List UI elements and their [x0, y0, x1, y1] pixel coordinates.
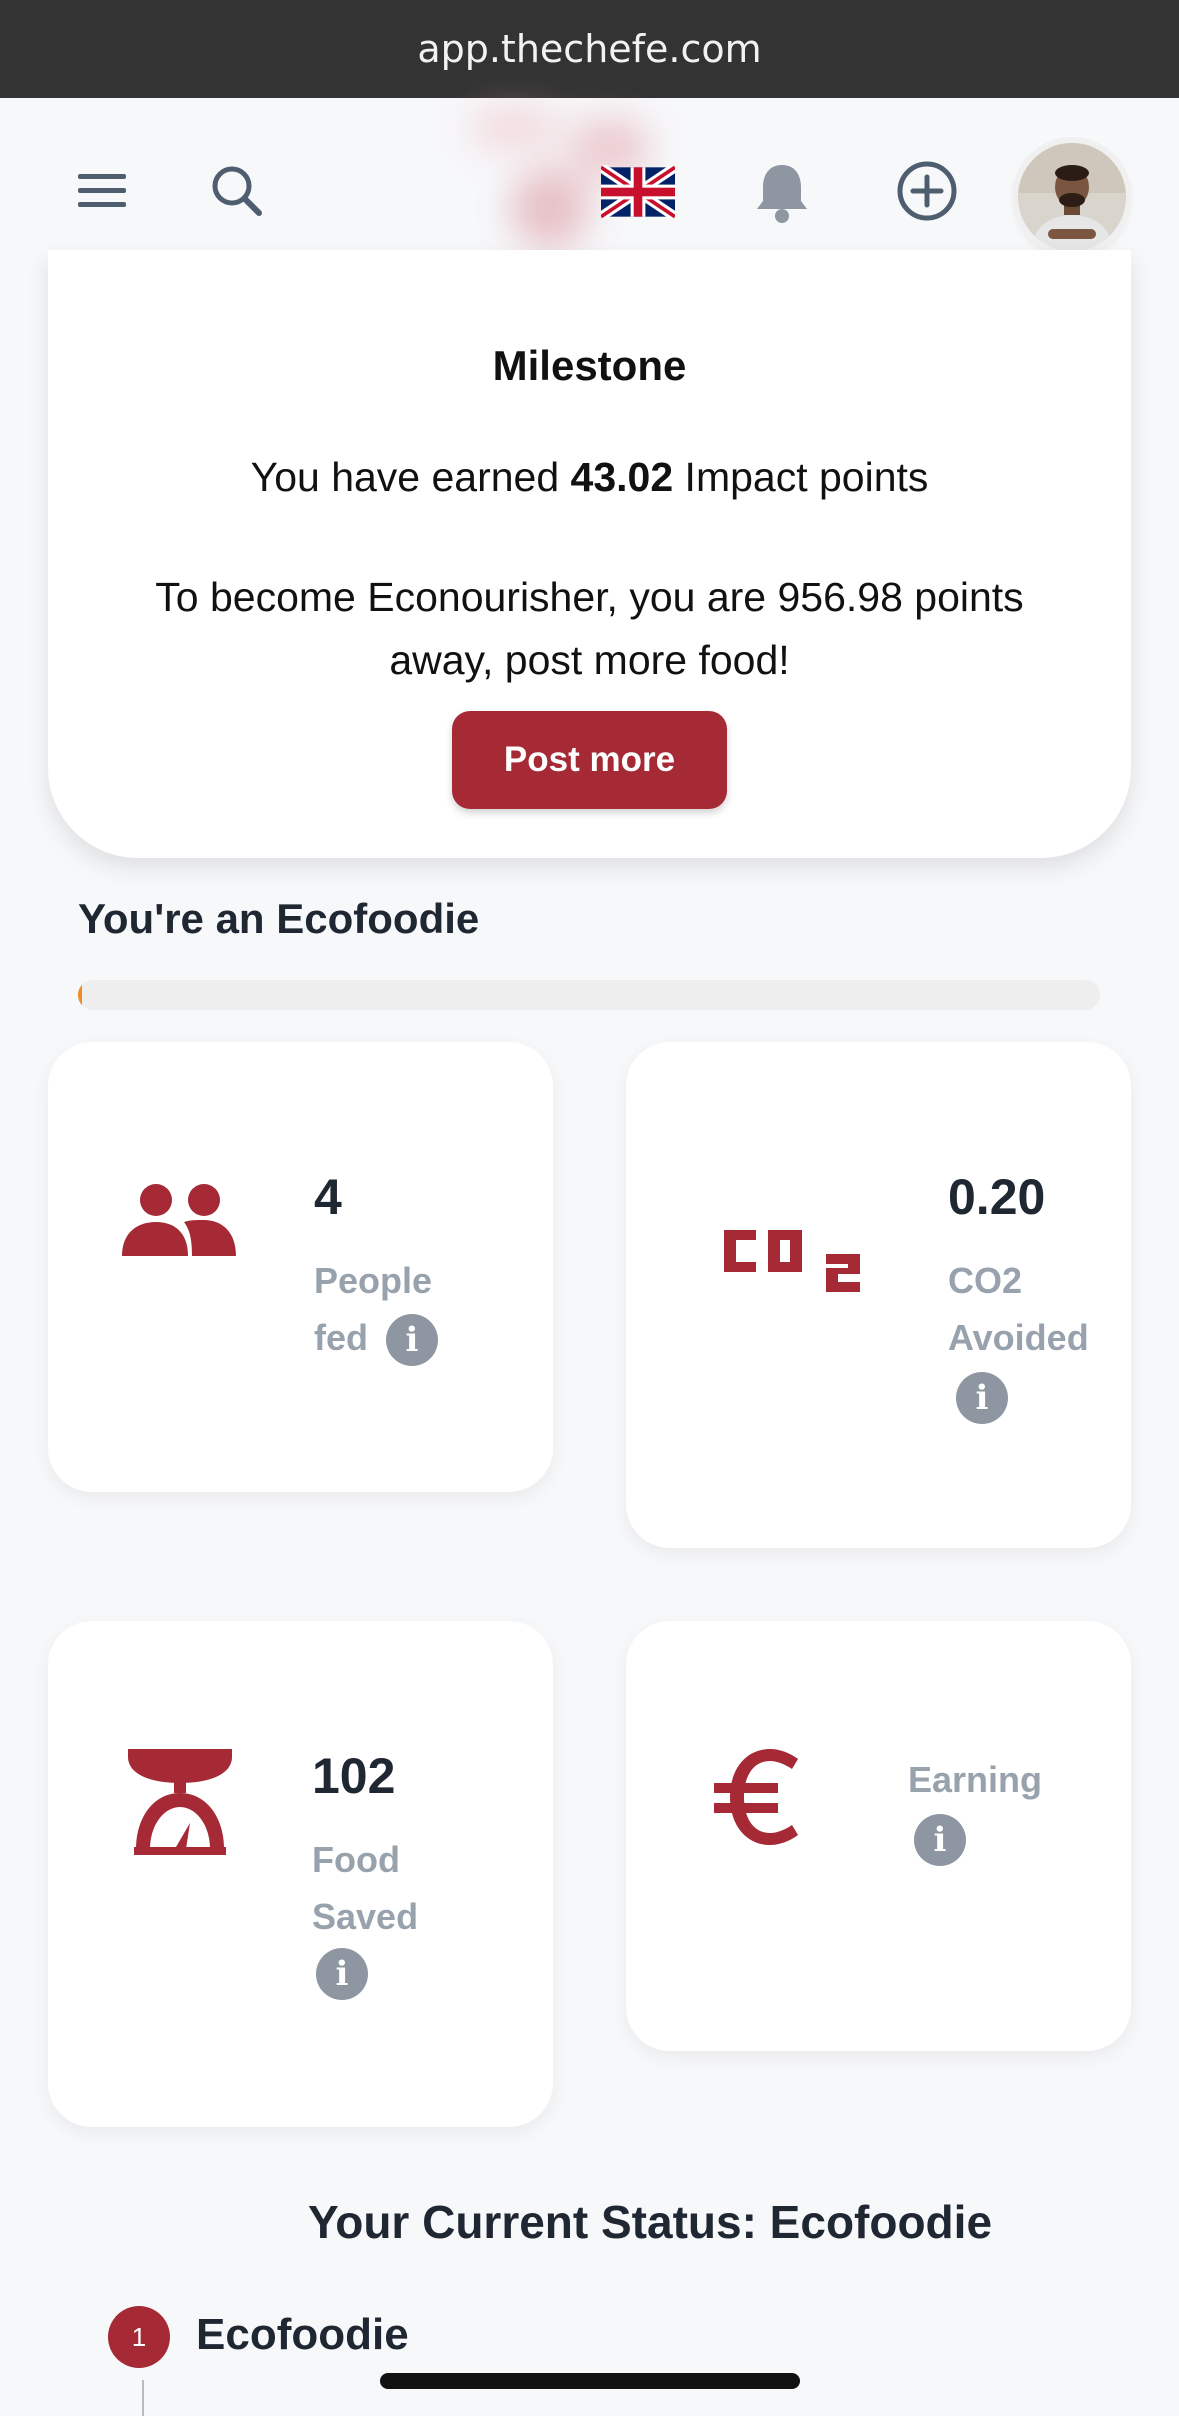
stat-card-people-fed: 4 People fed i [48, 1042, 553, 1492]
info-icon[interactable]: i [316, 1948, 368, 2000]
people-fed-label-2: fed [314, 1317, 368, 1358]
status-step-label: Ecofoodie [196, 2310, 409, 2359]
status-step-badge: 1 [108, 2306, 170, 2368]
co2-label-2: Avoided [948, 1317, 1089, 1358]
scale-icon [128, 1749, 232, 1857]
milestone-away-text: To become Econourisher, you are 956.98 p… [155, 574, 1024, 683]
milestone-earned-text: You have earned 43.02 Impact points [250, 454, 929, 500]
browser-url-bar[interactable]: app.thechefe.com [0, 0, 1179, 98]
uk-flag-icon[interactable] [600, 164, 676, 220]
current-status-heading: Your Current Status: Ecofoodie [307, 2196, 993, 2248]
status-step-connector [142, 2380, 144, 2416]
food-saved-label-1: Food [312, 1839, 400, 1880]
stat-card-co2-avoided: 0.20 CO2 Avoided i [626, 1042, 1131, 1548]
menu-icon[interactable] [72, 160, 132, 220]
bell-icon[interactable] [750, 158, 814, 228]
stat-card-earning: Earning i [626, 1621, 1131, 2051]
url-text: app.thechefe.com [417, 27, 762, 71]
earned-points: 43.02 [570, 454, 674, 500]
add-circle-icon[interactable] [894, 158, 960, 224]
info-icon[interactable]: i [956, 1372, 1008, 1424]
people-fed-value: 4 [314, 1169, 342, 1225]
search-icon[interactable] [206, 160, 266, 220]
level-heading: You're an Ecofoodie [78, 895, 480, 942]
level-progress-fill [78, 980, 83, 1010]
post-more-button[interactable]: Post more [452, 711, 727, 809]
info-icon[interactable]: i [386, 1314, 438, 1366]
home-indicator[interactable] [380, 2373, 800, 2389]
co2-icon [718, 1220, 868, 1300]
food-saved-value: 102 [312, 1748, 396, 1804]
euro-icon [712, 1747, 808, 1847]
stat-card-food-saved: 102 Food Saved i [48, 1621, 553, 2127]
people-fed-label-1: People [314, 1260, 433, 1301]
people-icon [122, 1182, 238, 1260]
food-saved-label-2: Saved [312, 1896, 419, 1937]
level-progress-bar [78, 980, 1100, 1010]
avatar[interactable] [1018, 143, 1126, 251]
milestone-card: Milestone You have earned 43.02 Impact p… [48, 250, 1131, 858]
milestone-title: Milestone [492, 342, 687, 389]
co2-value: 0.20 [948, 1169, 1046, 1225]
info-icon[interactable]: i [914, 1814, 966, 1866]
co2-label-1: CO2 [948, 1260, 1023, 1301]
earning-label: Earning [908, 1759, 1043, 1800]
